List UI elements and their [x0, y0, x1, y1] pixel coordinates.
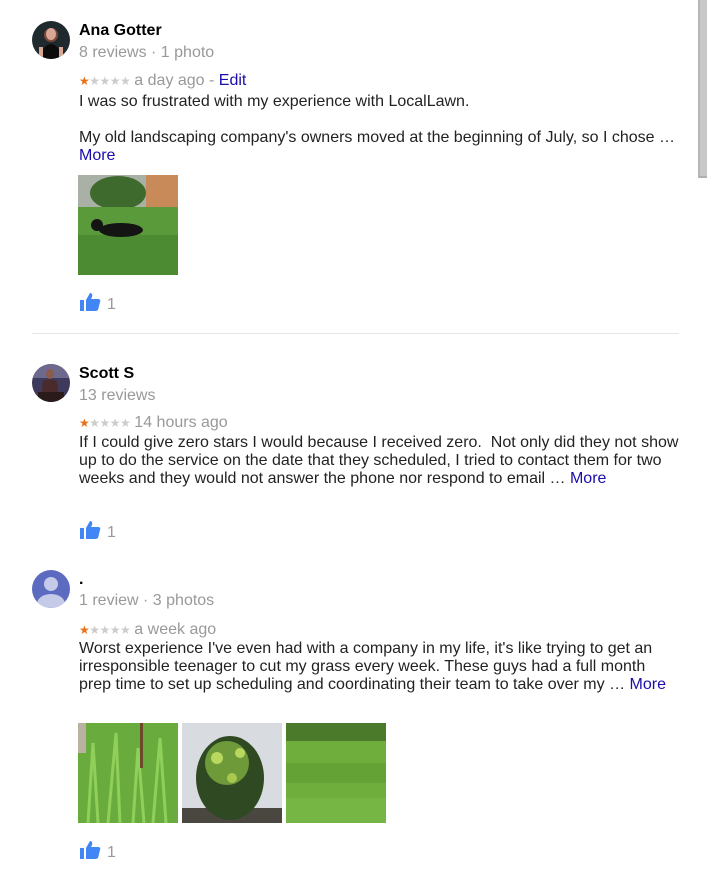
avatar-photo-icon — [32, 364, 70, 402]
edit-link[interactable]: Edit — [219, 72, 247, 89]
reviewer-meta: 8 reviews · 1 photo — [79, 44, 215, 61]
review-text: If I could give zero stars I would becau… — [79, 434, 679, 488]
default-user-icon — [32, 570, 70, 608]
edit-separator: - — [204, 72, 219, 89]
review-text: Worst experience I've even had with a co… — [79, 640, 679, 694]
lawn-photo-icon — [286, 723, 386, 823]
reviewer-meta: 13 reviews — [79, 387, 156, 404]
avatar[interactable] — [32, 364, 70, 402]
review-photos — [78, 723, 386, 823]
review-text-content: Worst experience I've even had with a co… — [79, 640, 657, 693]
dog-in-grass-photo-icon — [78, 175, 178, 275]
rating-row: ★★★★★ a day ago - Edit — [79, 72, 246, 90]
star-rating: ★★★★★ — [79, 416, 131, 430]
like-count: 1 — [107, 843, 116, 861]
thumbs-up-icon[interactable] — [79, 840, 101, 865]
review-time: a day ago — [134, 72, 205, 89]
more-link[interactable]: More — [630, 676, 666, 693]
review-photo-lawn[interactable] — [286, 723, 386, 823]
star-rating: ★★★★★ — [79, 74, 131, 88]
thumbs-up-icon[interactable] — [79, 292, 101, 317]
review-photo-overgrown-shrub[interactable] — [182, 723, 282, 823]
like-row: 1 — [79, 520, 116, 545]
review-divider — [32, 333, 679, 334]
like-count: 1 — [107, 295, 116, 313]
more-link[interactable]: More — [570, 470, 606, 487]
review-photo-tall-grass[interactable] — [78, 723, 178, 823]
rating-row: ★★★★★ a week ago — [79, 621, 216, 639]
like-row: 1 — [79, 292, 116, 317]
star-rating: ★★★★★ — [79, 623, 131, 637]
overgrown-shrub-photo-icon — [182, 723, 282, 823]
reviewer-meta: 1 review · 3 photos — [79, 592, 215, 609]
review-text-content: I was so frustrated with my experience w… — [79, 93, 675, 146]
reviewer-name[interactable]: Scott S — [79, 364, 134, 384]
rating-row: ★★★★★ 14 hours ago — [79, 414, 228, 432]
review-photo-dog-in-grass[interactable] — [78, 175, 178, 275]
review-time: 14 hours ago — [134, 414, 228, 431]
like-row: 1 — [79, 840, 116, 865]
tall-grass-photo-icon — [78, 723, 178, 823]
like-count: 1 — [107, 523, 116, 541]
scrollbar-thumb[interactable] — [698, 0, 707, 178]
avatar-photo-icon — [32, 21, 70, 59]
more-link[interactable]: More — [79, 147, 115, 164]
review-text: I was so frustrated with my experience w… — [79, 93, 679, 165]
review-photos — [78, 175, 178, 275]
avatar[interactable] — [32, 21, 70, 59]
thumbs-up-icon[interactable] — [79, 520, 101, 545]
avatar[interactable] — [32, 570, 70, 608]
reviewer-name[interactable]: . — [79, 570, 83, 590]
reviewer-name[interactable]: Ana Gotter — [79, 21, 162, 41]
review-time: a week ago — [134, 621, 217, 638]
